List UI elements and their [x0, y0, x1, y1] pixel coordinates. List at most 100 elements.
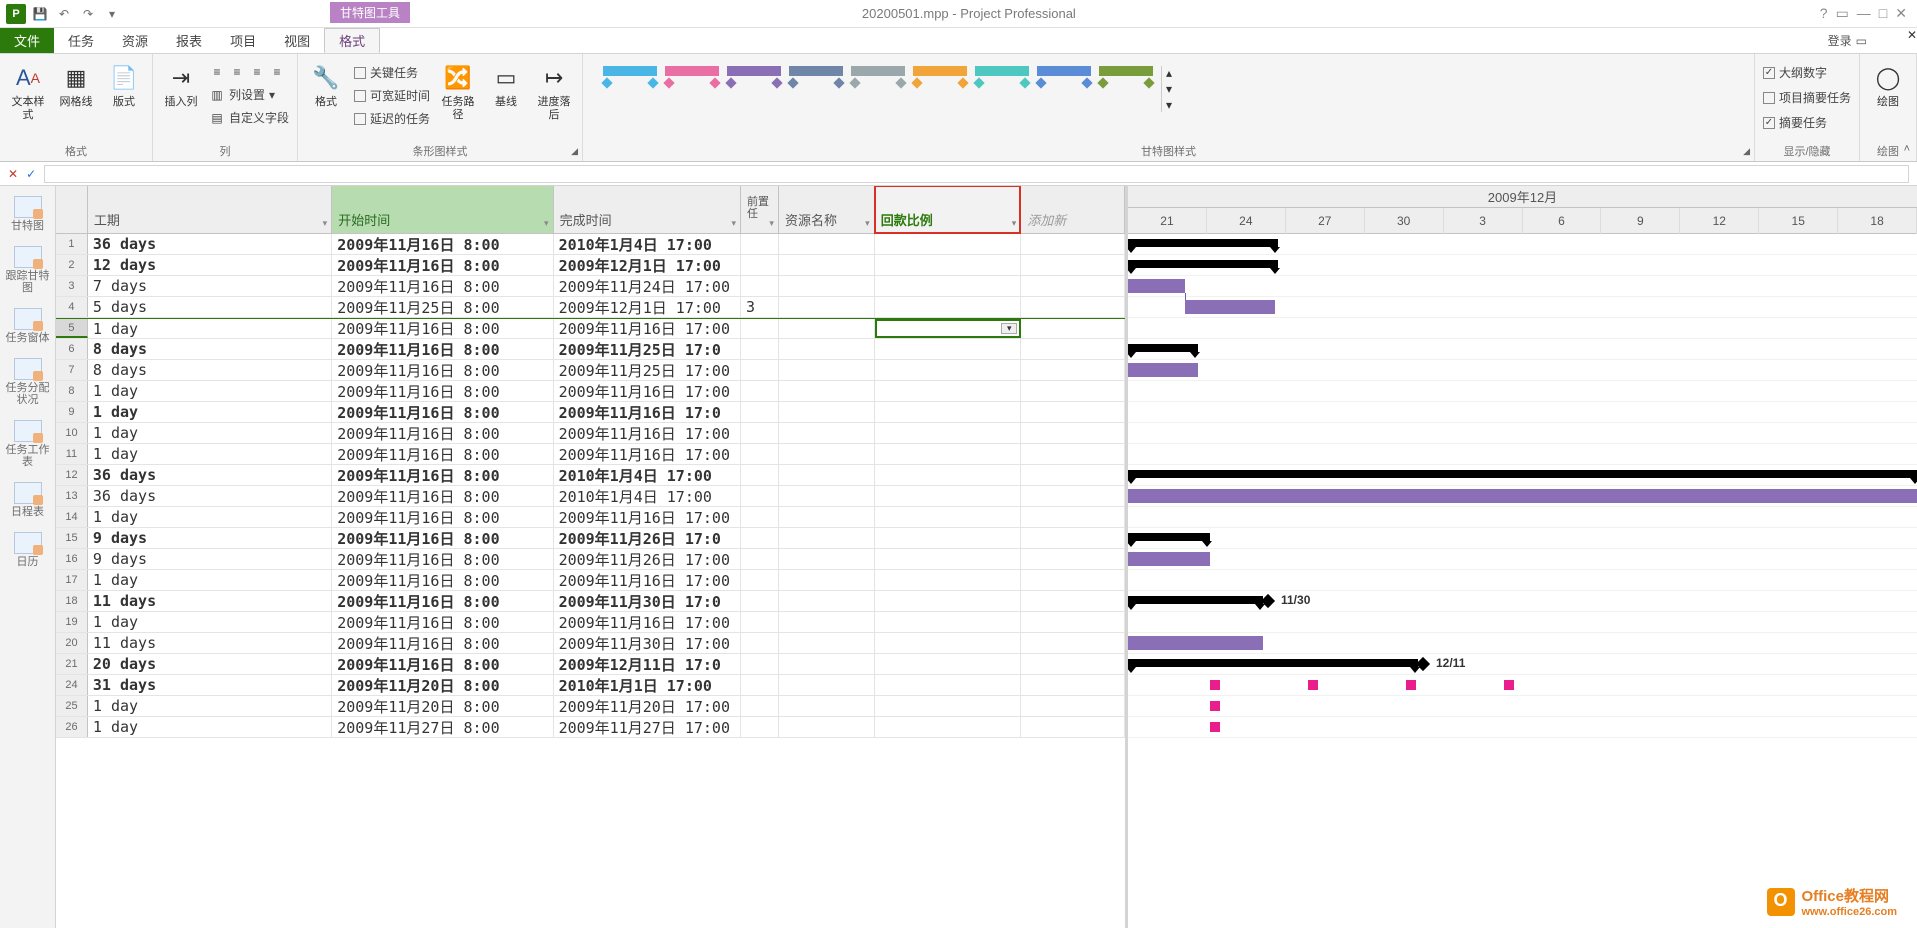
cell-resname[interactable] — [779, 319, 875, 338]
task-bar[interactable] — [1128, 363, 1198, 377]
row-header[interactable]: 18 — [56, 591, 88, 611]
row-header[interactable]: 20 — [56, 633, 88, 653]
cell-finish[interactable]: 2010年1月1日 17:00 — [554, 675, 741, 695]
baseline-button[interactable]: ▭基线 — [486, 58, 526, 109]
cell-duration[interactable]: 9 days — [88, 549, 332, 569]
cell-addnew[interactable] — [1021, 549, 1125, 569]
cell-start[interactable]: 2009年11月16日 8:00 — [332, 486, 553, 506]
cell-start[interactable]: 2009年11月16日 8:00 — [332, 549, 553, 569]
table-row[interactable]: 10 1 day 2009年11月16日 8:00 2009年11月16日 17… — [56, 423, 1125, 444]
summary-bar[interactable] — [1128, 596, 1263, 604]
cell-resname[interactable] — [779, 465, 875, 485]
cell-pred[interactable] — [741, 276, 779, 296]
align-buttons[interactable]: ≡≡≡≡ — [209, 62, 289, 82]
cell-payback[interactable] — [875, 717, 1022, 737]
summary-bar[interactable] — [1128, 260, 1278, 268]
table-row[interactable]: 1 36 days 2009年11月16日 8:00 2010年1月4日 17:… — [56, 234, 1125, 255]
gantt-style-option[interactable] — [1037, 66, 1091, 94]
cell-start[interactable]: 2009年11月16日 8:00 — [332, 612, 553, 632]
table-row[interactable]: 9 1 day 2009年11月16日 8:00 2009年11月16日 17:… — [56, 402, 1125, 423]
gantt-style-option[interactable] — [603, 66, 657, 94]
cell-start[interactable]: 2009年11月16日 8:00 — [332, 507, 553, 527]
table-row[interactable]: 7 8 days 2009年11月16日 8:00 2009年11月25日 17… — [56, 360, 1125, 381]
cell-duration[interactable]: 9 days — [88, 528, 332, 548]
cell-payback[interactable] — [875, 423, 1022, 443]
login-link[interactable]: 登录 ▭ — [1828, 28, 1907, 53]
cell-finish[interactable]: 2010年1月4日 17:00 — [554, 465, 741, 485]
text-style-button[interactable]: AA 文本样式 — [8, 58, 48, 122]
cell-pred[interactable] — [741, 696, 779, 716]
marker-icon[interactable] — [1210, 701, 1220, 711]
cell-finish[interactable]: 2009年11月16日 17:00 — [554, 319, 741, 338]
column-settings-button[interactable]: ▥列设置▾ — [209, 84, 289, 105]
cell-pred[interactable] — [741, 423, 779, 443]
gantt-style-option[interactable] — [851, 66, 905, 94]
dropdown-icon[interactable]: ▾ — [1001, 323, 1017, 334]
row-header[interactable]: 12 — [56, 465, 88, 485]
cell-addnew[interactable] — [1021, 675, 1125, 695]
cell-duration[interactable]: 5 days — [88, 297, 332, 317]
cell-resname[interactable] — [779, 507, 875, 527]
cell-start[interactable]: 2009年11月16日 8:00 — [332, 528, 553, 548]
cell-finish[interactable]: 2009年11月16日 17:00 — [554, 612, 741, 632]
row-header[interactable]: 6 — [56, 339, 88, 359]
table-row[interactable]: 17 1 day 2009年11月16日 8:00 2009年11月16日 17… — [56, 570, 1125, 591]
cell-finish[interactable]: 2009年12月1日 17:00 — [554, 255, 741, 275]
view-calendar[interactable]: 日历 — [4, 528, 52, 572]
qat-dropdown-icon[interactable]: ▾ — [102, 4, 122, 24]
row-header[interactable]: 25 — [56, 696, 88, 716]
col-finish[interactable]: 完成时间▾ — [554, 186, 741, 233]
cell-payback[interactable] — [875, 633, 1022, 653]
cell-addnew[interactable] — [1021, 654, 1125, 674]
cell-addnew[interactable] — [1021, 402, 1125, 422]
cell-payback[interactable] — [875, 675, 1022, 695]
summary-bar[interactable] — [1128, 470, 1917, 478]
cell-addnew[interactable] — [1021, 276, 1125, 296]
cell-duration[interactable]: 1 day — [88, 423, 332, 443]
custom-field-button[interactable]: ▤自定义字段 — [209, 107, 289, 128]
row-header[interactable]: 21 — [56, 654, 88, 674]
minimize-icon[interactable]: — — [1857, 5, 1871, 22]
cell-duration[interactable]: 11 days — [88, 591, 332, 611]
cell-addnew[interactable] — [1021, 570, 1125, 590]
cell-pred[interactable] — [741, 360, 779, 380]
cell-addnew[interactable] — [1021, 381, 1125, 401]
row-header[interactable]: 7 — [56, 360, 88, 380]
late-checkbox[interactable]: 延迟的任务 — [354, 108, 430, 129]
marker-icon[interactable] — [1308, 680, 1318, 690]
row-header[interactable]: 15 — [56, 528, 88, 548]
task-bar[interactable] — [1128, 636, 1263, 650]
row-header[interactable]: 4 — [56, 297, 88, 317]
cell-addnew[interactable] — [1021, 591, 1125, 611]
cell-start[interactable]: 2009年11月16日 8:00 — [332, 360, 553, 380]
gantt-style-option[interactable] — [789, 66, 843, 94]
cell-payback[interactable] — [875, 234, 1022, 254]
table-row[interactable]: 6 8 days 2009年11月16日 8:00 2009年11月25日 17… — [56, 339, 1125, 360]
table-row[interactable]: 19 1 day 2009年11月16日 8:00 2009年11月16日 17… — [56, 612, 1125, 633]
cell-finish[interactable]: 2009年11月24日 17:00 — [554, 276, 741, 296]
cell-start[interactable]: 2009年11月16日 8:00 — [332, 423, 553, 443]
app-icon[interactable]: P — [6, 4, 26, 24]
cell-pred[interactable] — [741, 675, 779, 695]
outline-number-checkbox[interactable]: ✓大纲数字 — [1763, 62, 1851, 83]
accept-entry-icon[interactable]: ✓ — [26, 167, 36, 181]
help-icon[interactable]: ? — [1820, 5, 1828, 22]
gantt-body[interactable]: 11/3012/11 — [1128, 234, 1917, 738]
cell-start[interactable]: 2009年11月16日 8:00 — [332, 591, 553, 611]
cell-resname[interactable] — [779, 276, 875, 296]
cell-finish[interactable]: 2009年11月25日 17:0 — [554, 339, 741, 359]
cell-duration[interactable]: 31 days — [88, 675, 332, 695]
tab-view[interactable]: 视图 — [270, 28, 324, 53]
cell-resname[interactable] — [779, 696, 875, 716]
tab-task[interactable]: 任务 — [54, 28, 108, 53]
cell-pred[interactable] — [741, 402, 779, 422]
cell-start[interactable]: 2009年11月20日 8:00 — [332, 675, 553, 695]
cell-pred[interactable] — [741, 486, 779, 506]
tab-file[interactable]: 文件 — [0, 28, 54, 53]
table-row[interactable]: 4 5 days 2009年11月25日 8:00 2009年12月1日 17:… — [56, 297, 1125, 318]
cell-start[interactable]: 2009年11月20日 8:00 — [332, 696, 553, 716]
gallery-up-icon[interactable]: ▴ — [1166, 66, 1172, 80]
row-header[interactable]: 14 — [56, 507, 88, 527]
cell-payback[interactable] — [875, 507, 1022, 527]
cell-duration[interactable]: 8 days — [88, 360, 332, 380]
